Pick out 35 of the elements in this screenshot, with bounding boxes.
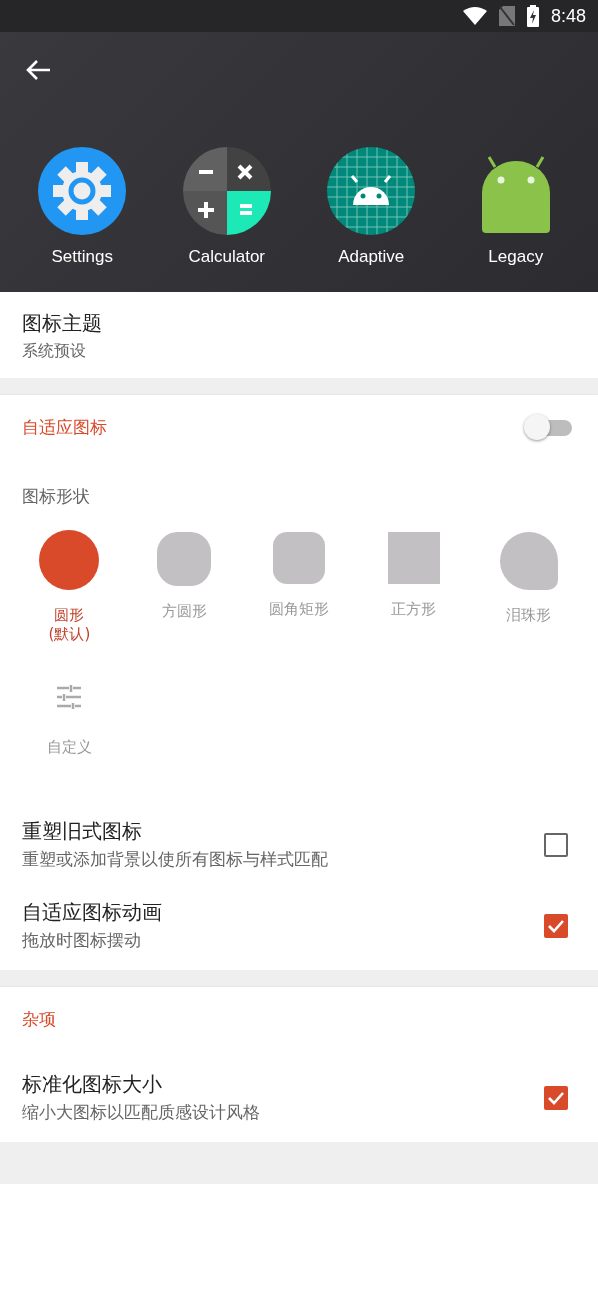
app-label: Calculator bbox=[188, 247, 265, 267]
shape-option[interactable]: 自定义 bbox=[12, 669, 127, 757]
shape-option[interactable]: 泪珠形 bbox=[471, 532, 586, 644]
section-title: 杂项 bbox=[22, 1007, 56, 1031]
shape-preview-icon bbox=[157, 532, 212, 586]
shape-heading: 图标形状 bbox=[21, 485, 91, 508]
check-icon bbox=[547, 1090, 565, 1105]
check-icon bbox=[547, 918, 565, 933]
app-label: Adaptive bbox=[338, 247, 405, 267]
shape-option[interactable]: 正方形 bbox=[356, 532, 472, 644]
status-time: 8:48 bbox=[550, 5, 586, 27]
checkbox[interactable] bbox=[544, 1085, 568, 1110]
shape-preview-icon bbox=[273, 532, 325, 584]
icon-theme-item[interactable]: 图标主题 系统预设 bbox=[0, 292, 598, 378]
battery-icon bbox=[526, 5, 539, 27]
calculator-icon bbox=[182, 147, 271, 235]
shape-option[interactable]: 方圆形 bbox=[126, 532, 242, 644]
back-arrow-icon[interactable] bbox=[25, 59, 51, 81]
section-title: 自适应图标 bbox=[22, 415, 107, 439]
app-label: Legacy bbox=[488, 247, 544, 267]
checkbox[interactable] bbox=[544, 913, 568, 938]
wifi-icon bbox=[462, 7, 487, 25]
no-sim-icon bbox=[498, 6, 515, 26]
shape-option[interactable]: 圆角矩形 bbox=[241, 532, 357, 644]
shape-preview-icon bbox=[387, 532, 440, 584]
sliders-icon bbox=[56, 683, 83, 710]
gear-icon bbox=[38, 147, 127, 235]
android-robot-icon bbox=[327, 147, 416, 235]
setting-row[interactable]: 标准化图标大小 缩小大图标以匹配质感设计风格 bbox=[0, 1057, 598, 1139]
checkbox[interactable] bbox=[544, 832, 568, 857]
shape-option[interactable]: 圆形 (默认) bbox=[12, 532, 127, 644]
setting-row[interactable]: 重塑旧式图标 重塑或添加背景以使所有图标与样式匹配 bbox=[0, 804, 598, 886]
toggle-switch[interactable] bbox=[524, 414, 572, 440]
app-label: Settings bbox=[51, 247, 113, 267]
setting-row[interactable]: 自适应图标动画 拖放时图标摆动 bbox=[0, 885, 598, 967]
